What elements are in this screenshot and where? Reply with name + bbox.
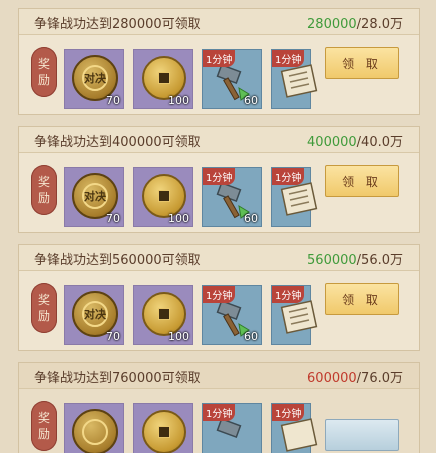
- row-header: 争锋战功达到560000可领取 560000/56.0万: [19, 245, 419, 271]
- reward-item-scroll[interactable]: 1分钟: [271, 49, 318, 109]
- progress-current: 280000: [307, 17, 357, 32]
- item-count: 60: [244, 212, 258, 225]
- progress-text: 280000/28.0万: [307, 13, 403, 32]
- reward-item-coin[interactable]: 100: [133, 285, 193, 345]
- condition-text: 争锋战功达到400000可领取: [34, 135, 201, 150]
- copper-coin-icon: [142, 410, 186, 453]
- progress-total: /28.0万: [356, 17, 403, 32]
- time-tag: 1分钟: [203, 168, 236, 185]
- time-tag: 1分钟: [203, 50, 236, 67]
- reward-badge: 奖励: [31, 401, 57, 451]
- reward-item-hammer[interactable]: 1分钟 60: [202, 49, 262, 109]
- progress-current: 560000: [307, 253, 357, 268]
- row-header: 争锋战功达到280000可领取 280000/28.0万: [19, 9, 419, 35]
- reward-row: 争锋战功达到560000可领取 560000/56.0万 奖励 对决 70 10…: [18, 244, 420, 351]
- reward-row: 争锋战功达到280000可领取 280000/28.0万 奖励 对决 70 10…: [18, 8, 420, 115]
- row-header: 争锋战功达到760000可领取 600000/76.0万: [19, 363, 419, 389]
- item-count: 60: [244, 94, 258, 107]
- progress-current: 600000: [307, 371, 357, 386]
- reward-item-medal[interactable]: 对决 70: [64, 49, 124, 109]
- item-count: 70: [106, 94, 120, 107]
- progress-text: 600000/76.0万: [307, 367, 403, 386]
- reward-item-coin[interactable]: 100: [133, 49, 193, 109]
- time-tag: 1分钟: [203, 404, 236, 421]
- progress-total: /56.0万: [356, 253, 403, 268]
- reward-badge: 奖励: [31, 283, 57, 333]
- item-count: 100: [168, 330, 189, 343]
- reward-item-scroll[interactable]: 1分钟: [271, 285, 318, 345]
- reward-item-hammer[interactable]: 1分钟: [202, 403, 262, 453]
- claim-button[interactable]: 领 取: [325, 47, 399, 79]
- claim-button[interactable]: 领 取: [325, 165, 399, 197]
- reward-item-medal[interactable]: [64, 403, 124, 453]
- item-count: 60: [244, 330, 258, 343]
- reward-list[interactable]: 争锋战功达到280000可领取 280000/28.0万 奖励 对决 70 10…: [0, 0, 436, 453]
- time-tag: 1分钟: [272, 168, 305, 185]
- reward-item-medal[interactable]: 对决 70: [64, 167, 124, 227]
- progress-total: /40.0万: [356, 135, 403, 150]
- reward-row: 争锋战功达到400000可领取 400000/40.0万 奖励 对决 70 10…: [18, 126, 420, 233]
- reward-item-medal[interactable]: 对决 70: [64, 285, 124, 345]
- war-medal-icon: [72, 409, 118, 453]
- condition-text: 争锋战功达到760000可领取: [34, 371, 201, 386]
- time-tag: 1分钟: [203, 286, 236, 303]
- progress-text: 400000/40.0万: [307, 131, 403, 150]
- progress-total: /76.0万: [356, 371, 403, 386]
- reward-item-coin[interactable]: [133, 403, 193, 453]
- reward-item-scroll[interactable]: 1分钟: [271, 403, 318, 453]
- reward-item-scroll[interactable]: 1分钟: [271, 167, 318, 227]
- item-count: 100: [168, 94, 189, 107]
- claim-button[interactable]: [325, 419, 399, 451]
- reward-item-hammer[interactable]: 1分钟 60: [202, 285, 262, 345]
- reward-item-coin[interactable]: 100: [133, 167, 193, 227]
- reward-badge: 奖励: [31, 165, 57, 215]
- progress-text: 560000/56.0万: [307, 249, 403, 268]
- item-count: 70: [106, 212, 120, 225]
- item-count: 70: [106, 330, 120, 343]
- progress-current: 400000: [307, 135, 357, 150]
- hammer-icon: [216, 417, 242, 439]
- reward-item-hammer[interactable]: 1分钟 60: [202, 167, 262, 227]
- time-tag: 1分钟: [272, 286, 305, 303]
- reward-row: 争锋战功达到760000可领取 600000/76.0万 奖励 1分钟 1分钟: [18, 362, 420, 453]
- time-tag: 1分钟: [272, 404, 305, 421]
- time-tag: 1分钟: [272, 50, 305, 67]
- item-count: 100: [168, 212, 189, 225]
- condition-text: 争锋战功达到560000可领取: [34, 253, 201, 268]
- reward-badge: 奖励: [31, 47, 57, 97]
- claim-button[interactable]: 领 取: [325, 283, 399, 315]
- row-header: 争锋战功达到400000可领取 400000/40.0万: [19, 127, 419, 153]
- condition-text: 争锋战功达到280000可领取: [34, 17, 201, 32]
